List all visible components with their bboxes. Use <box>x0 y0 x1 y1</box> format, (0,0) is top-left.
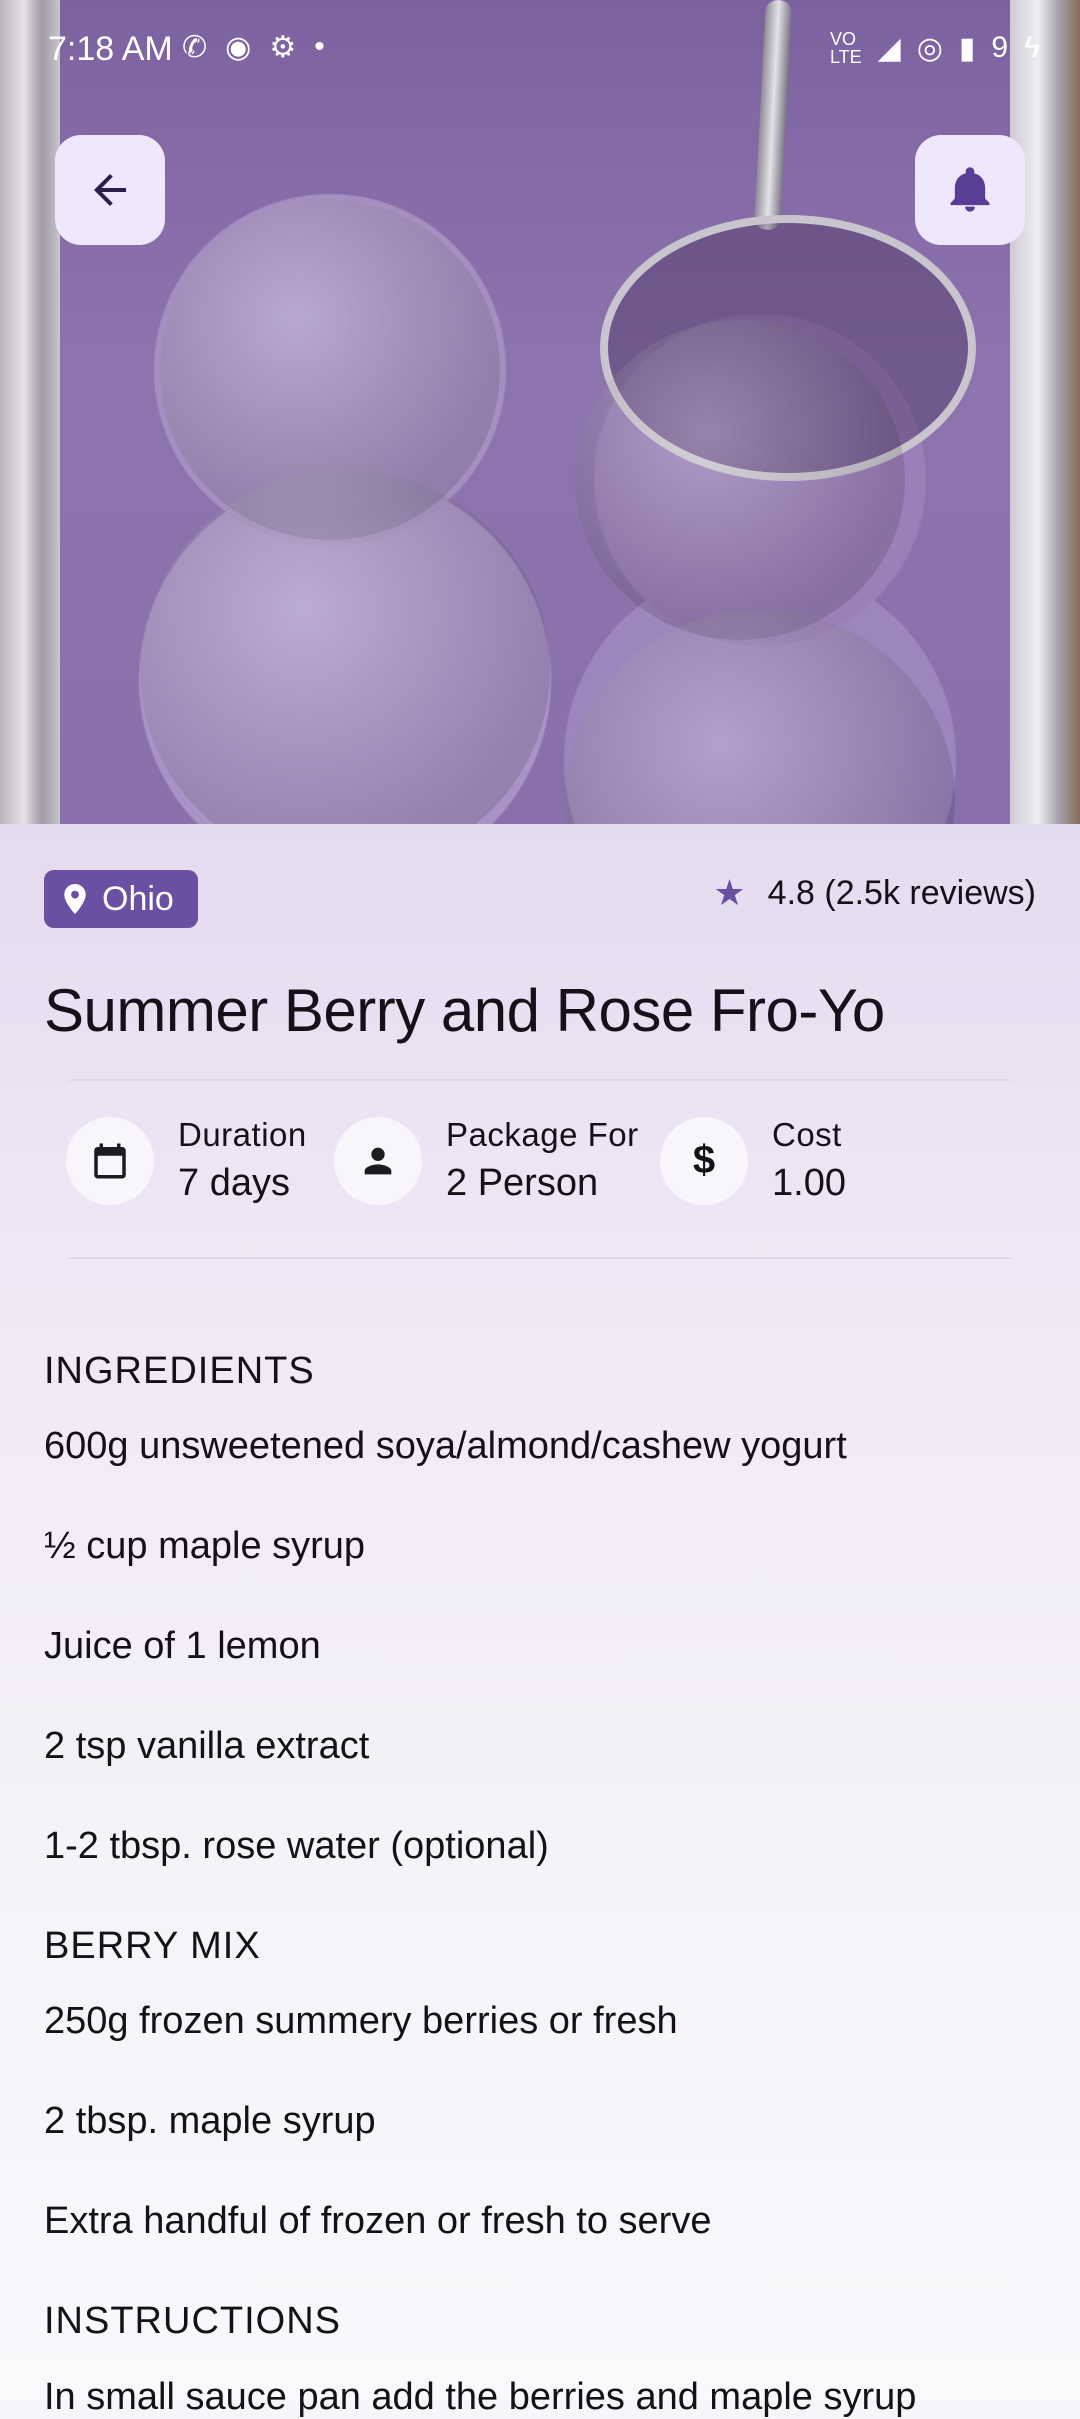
berry-item: Extra handful of frozen or fresh to serv… <box>44 2200 712 2242</box>
hero-pan-edge-right <box>1010 0 1080 824</box>
settings-icon: ⚙ <box>269 31 297 64</box>
ingredient-item: 600g unsweetened soya/almond/cashew yogu… <box>44 1425 847 1467</box>
recipe-title: Summer Berry and Rose Fro-Yo <box>44 977 885 1044</box>
stat-cost: $ Cost 1.00 <box>660 1116 846 1205</box>
volte-icon: VO LTE <box>829 29 862 67</box>
divider <box>68 1257 1012 1259</box>
arrow-left-icon <box>94 174 126 206</box>
status-time: 7:18 AM <box>48 30 173 68</box>
berry-item: 250g frozen summery berries or fresh <box>44 2000 678 2042</box>
location-pin-icon <box>64 884 86 914</box>
signal-icon: ◢ <box>877 31 901 65</box>
status-system-icons: VO LTE ◢ ◎ ▮ 9 ϟ <box>830 30 1040 66</box>
dollar-icon: $ <box>660 1116 748 1205</box>
stat-value: 7 days <box>178 1162 290 1204</box>
ingredients-heading: INGREDIENTS <box>44 1350 315 1392</box>
stats-row: Duration 7 days Package For 2 Person $ C… <box>66 1116 1026 1226</box>
rating-text: 4.8 (2.5k reviews) <box>767 873 1036 912</box>
hero-image <box>0 0 1080 824</box>
ingredient-item: 2 tsp vanilla extract <box>44 1725 370 1767</box>
hero-scoop <box>140 470 550 824</box>
recipe-details: Ohio ★ 4.8 (2.5k reviews) Summer Berry a… <box>0 824 1080 2418</box>
hero-scoop <box>565 610 955 824</box>
stat-label: Duration <box>178 1116 307 1153</box>
person-icon <box>334 1116 422 1205</box>
calendar-icon <box>66 1116 154 1205</box>
battery-icon: ▮ <box>958 31 976 65</box>
notifications-button[interactable] <box>915 135 1025 245</box>
hero-scoop <box>575 320 905 640</box>
stat-label: Cost <box>772 1116 842 1153</box>
hotspot-icon: ◎ <box>916 31 943 65</box>
dot-icon: • <box>314 30 325 63</box>
divider <box>68 1079 1012 1081</box>
ingredient-item: 1-2 tbsp. rose water (optional) <box>44 1825 549 1867</box>
back-button[interactable] <box>55 135 165 245</box>
whatsapp-icon: ✆ <box>182 31 208 64</box>
stat-value: 1.00 <box>772 1162 846 1204</box>
charging-icon: ϟ <box>1024 31 1040 64</box>
location-chip[interactable]: Ohio <box>44 870 198 928</box>
ingredient-item: Juice of 1 lemon <box>44 1625 321 1667</box>
status-notification-icons: ✆ ◉ ⚙ • <box>182 30 325 65</box>
stat-label: Package For <box>446 1116 639 1153</box>
battery-level: 9 <box>991 31 1009 64</box>
instructions-heading: INSTRUCTIONS <box>44 2300 341 2342</box>
berry-mix-heading: BERRY MIX <box>44 1925 261 1967</box>
star-icon: ★ <box>713 872 746 913</box>
location-label: Ohio <box>102 879 174 918</box>
berry-item: 2 tbsp. maple syrup <box>44 2100 376 2142</box>
stat-value: 2 Person <box>446 1162 599 1204</box>
status-bar: 7:18 AM ✆ ◉ ⚙ • VO LTE ◢ ◎ ▮ 9 ϟ <box>0 0 1080 100</box>
ingredient-item: ½ cup maple syrup <box>44 1525 366 1567</box>
bell-icon <box>950 167 990 212</box>
app-icon: ◉ <box>225 31 252 64</box>
stat-duration: Duration 7 days <box>66 1116 307 1205</box>
instruction-step: In small sauce pan add the berries and m… <box>44 2376 917 2418</box>
rating: ★ 4.8 (2.5k reviews) <box>713 872 1036 914</box>
stat-package: Package For 2 Person <box>334 1116 639 1205</box>
hero-pan-edge-left <box>0 0 60 824</box>
